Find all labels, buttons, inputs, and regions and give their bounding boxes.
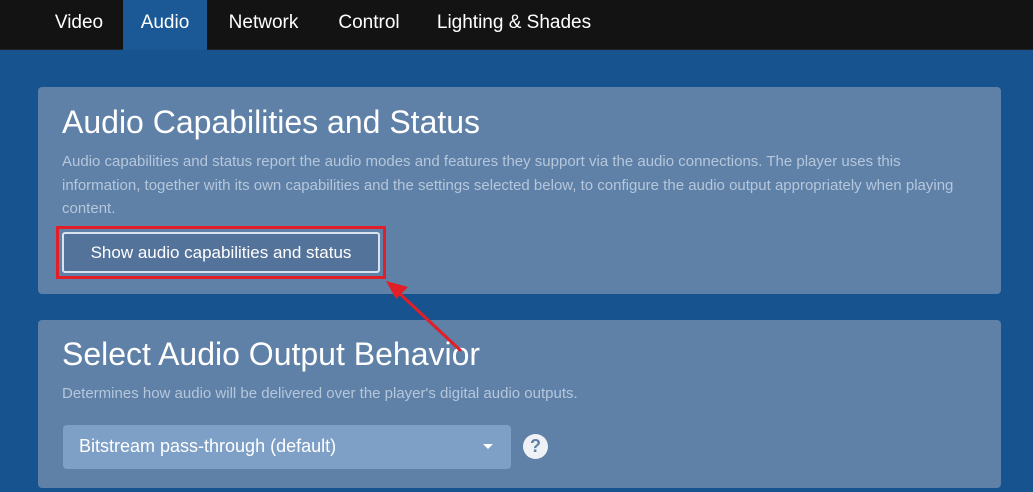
- caret-down-icon: [483, 444, 493, 449]
- audio-capabilities-description: Audio capabilities and status report the…: [62, 153, 954, 217]
- show-audio-capabilities-button[interactable]: Show audio capabilities and status: [62, 232, 380, 273]
- audio-output-title: Select Audio Output Behavior: [62, 336, 481, 372]
- audio-output-selected-value: Bitstream pass-through (default): [79, 436, 337, 456]
- audio-capabilities-title: Audio Capabilities and Status: [62, 104, 481, 140]
- audio-output-description: Determines how audio will be delivered o…: [62, 385, 578, 402]
- question-circle-icon[interactable]: ?: [523, 434, 548, 459]
- tab-control[interactable]: Control: [319, 0, 419, 49]
- tab-video[interactable]: Video: [37, 0, 121, 49]
- tab-lighting-shades[interactable]: Lighting & Shades: [421, 0, 607, 49]
- top-nav: Video Audio Network Control Lighting & S…: [0, 0, 1033, 50]
- tab-audio[interactable]: Audio: [123, 0, 207, 50]
- audio-output-select[interactable]: Bitstream pass-through (default): [63, 425, 511, 469]
- tab-network[interactable]: Network: [210, 0, 317, 49]
